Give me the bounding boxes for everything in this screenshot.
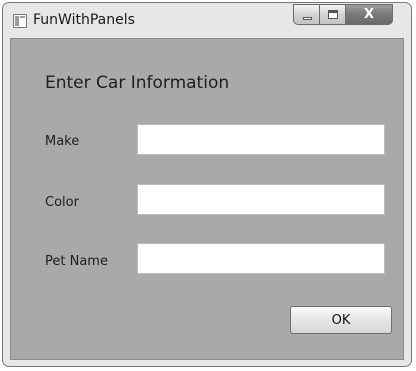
window-title: FunWithPanels (33, 12, 135, 28)
minimize-button[interactable] (293, 4, 320, 25)
title-bar[interactable]: FunWithPanels X (3, 3, 411, 39)
close-button[interactable]: X (346, 4, 393, 25)
panel-content: Enter Car Information Make Color Pet Nam… (10, 38, 404, 360)
minimize-icon (303, 17, 312, 20)
caption-buttons: X (293, 4, 393, 25)
ok-button[interactable]: OK (290, 306, 392, 334)
maximize-button[interactable] (320, 4, 346, 25)
make-label: Make (45, 134, 80, 149)
color-field[interactable] (137, 184, 385, 215)
pet-name-field[interactable] (137, 243, 385, 274)
maximize-icon (328, 10, 338, 19)
close-icon: X (363, 7, 375, 22)
pet-name-label: Pet Name (45, 254, 108, 269)
app-window: FunWithPanels X Enter Car Information Ma… (2, 2, 412, 367)
window-app-icon[interactable] (13, 14, 27, 28)
form-heading: Enter Car Information (45, 73, 230, 93)
color-label: Color (45, 195, 79, 210)
make-field[interactable] (137, 124, 385, 155)
